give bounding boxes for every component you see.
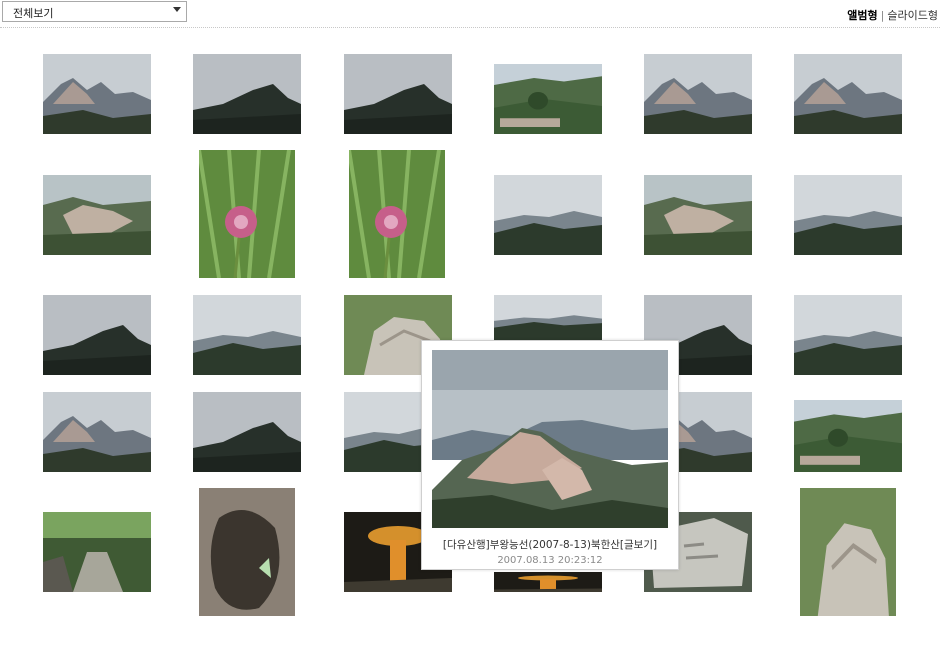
photo-mountain-ridge-1[interactable] (43, 54, 151, 134)
photo-cloudy-ridge-5[interactable] (794, 295, 902, 375)
photo-mountain-ridge-3[interactable] (344, 54, 452, 134)
category-filter-value: 전체보기 (13, 7, 54, 20)
photo-pink-flower-1[interactable] (199, 150, 295, 278)
preview-date: 2007.08.13 20:23:12 (497, 555, 603, 566)
photo-rock-peaks[interactable] (644, 175, 752, 255)
photo-pink-flower-2[interactable] (349, 150, 445, 278)
photo-cave-rock[interactable] (199, 488, 295, 616)
preview-title[interactable]: [다유산행]부왕능선(2007-8-13)북한산[글보기] (422, 537, 678, 552)
photo-mossy-boulder[interactable] (800, 488, 896, 616)
preview-photo[interactable] (432, 350, 668, 528)
photo-pine-valley[interactable] (494, 64, 602, 134)
photo-granite-peak-2[interactable] (193, 392, 301, 472)
category-filter-dropdown[interactable]: 전체보기 (2, 1, 187, 22)
photo-mountain-ridge-4[interactable] (644, 54, 752, 134)
photo-granite-peak-1[interactable] (43, 392, 151, 472)
photo-mountain-ridge-2[interactable] (193, 54, 301, 134)
slide-view-link[interactable]: 슬라이드형 (887, 9, 938, 22)
album-view-link[interactable]: 앨범형 (847, 9, 877, 22)
photo-mountain-ridge-5[interactable] (794, 54, 902, 134)
photo-distant-valley[interactable] (494, 175, 602, 255)
preview-title-text[interactable]: [다유산행]부왕능선(2007-8-13)북한산 (443, 539, 620, 551)
view-post-link[interactable]: [글보기] (620, 539, 657, 551)
album-toolbar: 전체보기 앨범형 | 슬라이드형 (0, 0, 940, 28)
view-mode-separator: | (880, 9, 885, 22)
view-mode-switch: 앨범형 | 슬라이드형 (847, 7, 938, 23)
photo-rocky-slope[interactable] (43, 175, 151, 255)
photo-forest-hill[interactable] (794, 400, 902, 472)
photo-cloudy-ridge-2[interactable] (193, 295, 301, 375)
photo-preview-popup: [다유산행]부왕능선(2007-8-13)북한산[글보기] 2007.08.13… (421, 340, 679, 570)
photo-mushroom-2[interactable] (494, 572, 602, 592)
photo-stream[interactable] (43, 512, 151, 592)
photo-cloudy-ridge-3[interactable] (494, 295, 602, 340)
toolbar-divider (0, 27, 940, 28)
photo-cloudy-ridge-1[interactable] (43, 295, 151, 375)
chevron-down-icon (173, 7, 181, 12)
photo-pine-peak[interactable] (794, 175, 902, 255)
